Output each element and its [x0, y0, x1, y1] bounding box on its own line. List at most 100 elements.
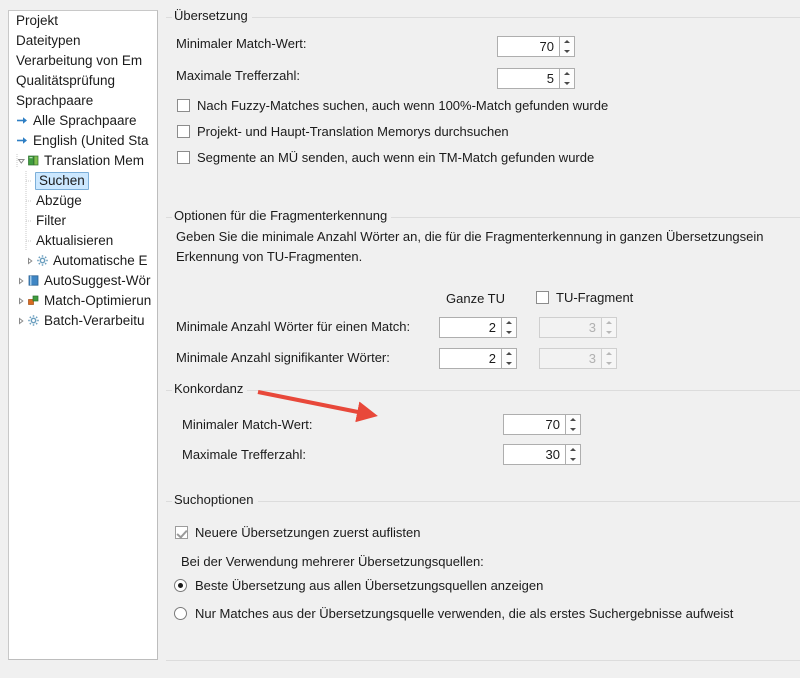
translation-group-title: Übersetzung [172, 8, 252, 23]
best-translation-radio[interactable] [174, 579, 187, 592]
spin-up-icon[interactable] [566, 445, 580, 455]
spin-buttons[interactable] [565, 444, 581, 465]
sidebar-item-label: Match-Optimierun [44, 293, 152, 308]
spin-buttons[interactable] [601, 348, 617, 369]
sidebar-item-label: Batch-Verarbeitu [44, 313, 145, 328]
send-segments-mt-checkbox[interactable] [177, 151, 190, 164]
best-translation-radio-row[interactable]: Beste Übersetzung aus allen Übersetzungs… [174, 578, 543, 593]
min-significant-words-fragment-spinner[interactable]: 3 [539, 348, 617, 369]
sidebar-item-label: Verarbeitung von Em [16, 53, 143, 68]
sidebar-item-qualit-tspr-fung[interactable]: Qualitätsprüfung [9, 71, 157, 91]
newer-translations-first-checkbox[interactable] [175, 526, 188, 539]
sidebar-item-filter[interactable]: Filter [9, 211, 157, 231]
max-hits-spinbox[interactable]: 5 [497, 68, 575, 89]
concordance-max-hits-spinner[interactable]: 30 [503, 444, 581, 465]
spin-up-icon[interactable] [602, 349, 616, 359]
min-match-spinner[interactable]: 70 [497, 36, 575, 57]
spin-up-icon[interactable] [502, 318, 516, 328]
spin-down-icon[interactable] [502, 327, 516, 337]
spin-down-icon[interactable] [566, 424, 580, 434]
min-significant-words-fragment-spinbox[interactable]: 3 [539, 348, 617, 369]
sidebar-item-dateitypen[interactable]: Dateitypen [9, 31, 157, 51]
concordance-max-hits-input[interactable]: 30 [503, 444, 565, 465]
gear-icon [36, 254, 50, 268]
spin-up-icon[interactable] [566, 415, 580, 425]
min-significant-words-fragment-input[interactable]: 3 [539, 348, 601, 369]
min-words-match-whole-tu-input[interactable]: 2 [439, 317, 501, 338]
concordance-min-match-spinner[interactable]: 70 [503, 414, 581, 435]
sidebar-item-projekt[interactable]: Projekt [9, 11, 157, 31]
min-words-match-fragment-input[interactable]: 3 [539, 317, 601, 338]
max-hits-spin-buttons[interactable] [559, 68, 575, 89]
spin-down-icon[interactable] [560, 78, 574, 88]
send-segments-mt-checkbox-row[interactable]: Segmente an MÜ senden, auch wenn ein TM-… [177, 150, 594, 165]
sidebar-item-verarbeitung-von-em[interactable]: Verarbeitung von Em [9, 51, 157, 71]
sidebar-item-batch-verarbeitu[interactable]: Batch-Verarbeitu [9, 311, 157, 331]
expand-chevron-icon[interactable] [16, 314, 27, 328]
min-words-match-fragment-spinner[interactable]: 3 [539, 317, 617, 338]
spin-up-icon[interactable] [602, 318, 616, 328]
settings-navigation-tree[interactable]: Projekt Dateitypen Verarbeitung von Em Qual… [8, 10, 158, 660]
sidebar-item-label: Dateitypen [16, 33, 81, 48]
sidebar-item-alle-sprachpaare[interactable]: Alle Sprachpaare [9, 111, 157, 131]
min-words-match-fragment-spinbox[interactable]: 3 [539, 317, 617, 338]
tree-guide-line [25, 211, 36, 231]
min-significant-words-whole-tu-spinner[interactable]: 2 [439, 348, 517, 369]
concordance-min-match-spinbox[interactable]: 70 [503, 414, 581, 435]
concordance-max-hits-spinbox[interactable]: 30 [503, 444, 581, 465]
sidebar-item-sprachpaare[interactable]: Sprachpaare [9, 91, 157, 111]
spin-up-icon[interactable] [560, 37, 574, 47]
concordance-min-match-input[interactable]: 70 [503, 414, 565, 435]
spin-up-icon[interactable] [560, 69, 574, 79]
expand-chevron-icon[interactable] [25, 254, 36, 268]
bottom-separator-line [166, 660, 800, 661]
spin-down-icon[interactable] [560, 46, 574, 56]
spin-down-icon[interactable] [566, 454, 580, 464]
sidebar-item-translation-mem[interactable]: Translation Mem [9, 151, 157, 171]
spin-buttons[interactable] [565, 414, 581, 435]
sidebar-item-suchen[interactable]: Suchen [9, 171, 157, 191]
spin-down-icon[interactable] [602, 358, 616, 368]
group-separator-line [166, 501, 800, 502]
search-project-main-tm-checkbox-row[interactable]: Projekt- und Haupt-Translation Memorys d… [177, 124, 509, 139]
min-words-match-whole-tu-spinbox[interactable]: 2 [439, 317, 517, 338]
newer-translations-first-checkbox-row[interactable]: Neuere Übersetzungen zuerst auflisten [175, 525, 420, 540]
best-translation-label: Beste Übersetzung aus allen Übersetzungs… [195, 578, 544, 593]
spin-buttons[interactable] [501, 348, 517, 369]
search-project-main-tm-label: Projekt- und Haupt-Translation Memorys d… [197, 124, 509, 139]
spin-down-icon[interactable] [502, 358, 516, 368]
max-hits-label: Maximale Trefferzahl: [176, 68, 301, 83]
sidebar-item-match-optimierun[interactable]: Match-Optimierun [9, 291, 157, 311]
sidebar-item-abz-ge[interactable]: Abzüge [9, 191, 157, 211]
min-significant-words-whole-tu-spinbox[interactable]: 2 [439, 348, 517, 369]
min-match-spinbox[interactable]: 70 [497, 36, 575, 57]
min-significant-words-whole-tu-input[interactable]: 2 [439, 348, 501, 369]
tu-fragment-checkbox-row[interactable]: TU-Fragment [536, 290, 633, 305]
max-hits-spinner[interactable]: 5 [497, 68, 575, 89]
multiple-sources-label: Bei der Verwendung mehrerer Übersetzungs… [181, 554, 484, 569]
min-words-match-whole-tu-spinner[interactable]: 2 [439, 317, 517, 338]
collapse-chevron-icon[interactable] [16, 154, 27, 168]
fuzzy-matches-checkbox-row[interactable]: Nach Fuzzy-Matches suchen, auch wenn 100… [177, 98, 608, 113]
sidebar-item-english-united-sta[interactable]: English (United Sta [9, 131, 157, 151]
expand-chevron-icon[interactable] [16, 274, 27, 288]
first-source-radio[interactable] [174, 607, 187, 620]
sidebar-item-aktualisieren[interactable]: Aktualisieren [9, 231, 157, 251]
sidebar-item-automatische-e[interactable]: Automatische E [9, 251, 157, 271]
search-project-main-tm-checkbox[interactable] [177, 125, 190, 138]
arrow-right-icon [16, 134, 30, 148]
expand-chevron-icon[interactable] [16, 294, 27, 308]
max-hits-input[interactable]: 5 [497, 68, 559, 89]
first-source-radio-row[interactable]: Nur Matches aus der Übersetzungsquelle v… [174, 606, 733, 621]
tu-fragment-checkbox[interactable] [536, 291, 549, 304]
min-match-input[interactable]: 70 [497, 36, 559, 57]
spin-up-icon[interactable] [502, 349, 516, 359]
spin-down-icon[interactable] [602, 327, 616, 337]
spin-buttons[interactable] [601, 317, 617, 338]
sidebar-item-label: Qualitätsprüfung [16, 73, 116, 88]
min-match-spin-buttons[interactable] [559, 36, 575, 57]
spin-buttons[interactable] [501, 317, 517, 338]
sidebar-item-autosuggest-w-r[interactable]: AutoSuggest-Wör [9, 271, 157, 291]
fuzzy-matches-checkbox[interactable] [177, 99, 190, 112]
sidebar-item-label: Automatische E [53, 253, 148, 268]
